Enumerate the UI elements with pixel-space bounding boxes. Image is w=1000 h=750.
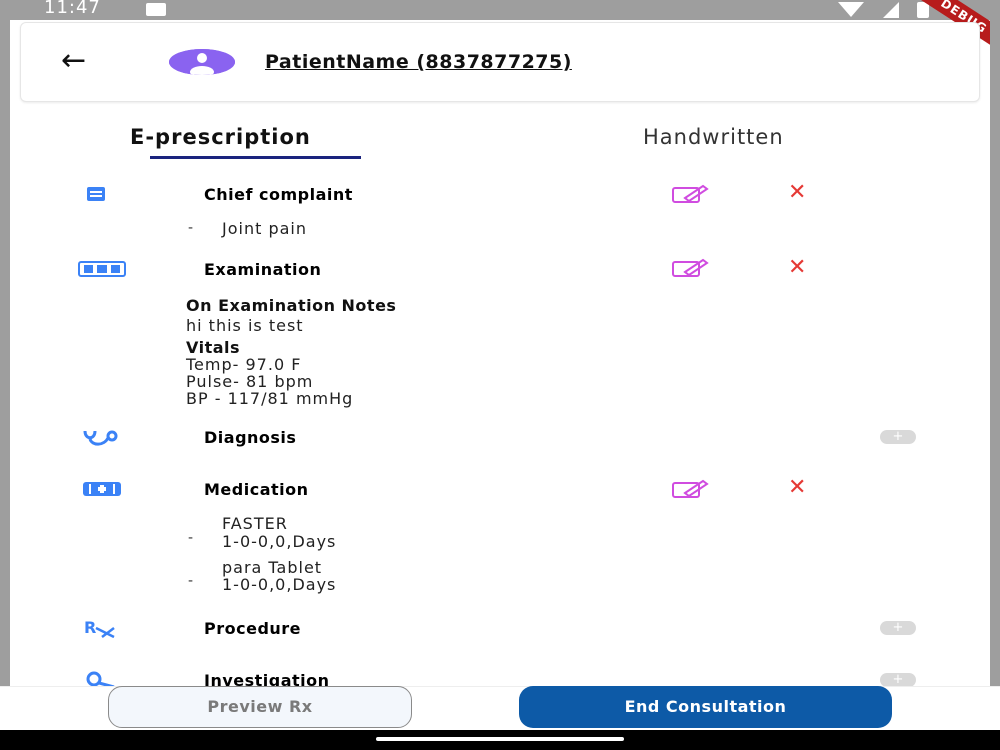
status-bar: 11:47 DEBUG [0,0,1000,68]
patient-name[interactable]: PatientName (8837877275) [265,51,572,73]
medication-dosage: 1-0-0,0,Days [222,575,337,594]
chief-complaint-title: Chief complaint [204,185,353,204]
patient-header: ← PatientName (8837877275) [20,22,980,102]
medication-name: FASTER [222,514,288,533]
medication-title: Medication [204,480,309,499]
delete-chief-complaint-icon[interactable]: ✕ [788,182,806,204]
clipboard-icon [86,186,106,206]
delete-medication-icon[interactable]: ✕ [788,477,806,499]
end-consultation-button[interactable]: End Consultation [519,686,892,728]
add-investigation-plus-icon[interactable]: + [880,673,916,687]
add-diagnosis-plus-icon[interactable]: + [880,430,916,444]
stethoscope-icon [82,428,122,450]
avatar-person-icon [169,49,235,75]
preview-rx-button[interactable]: Preview Rx [108,686,412,728]
edit-chief-complaint-icon[interactable] [671,184,709,206]
delete-examination-icon[interactable]: ✕ [788,257,806,279]
signal-icon [883,2,899,18]
rx-icon: R [84,618,120,642]
svg-text:R: R [84,618,96,637]
medication-dosage: 1-0-0,0,Days [222,532,337,551]
diagnosis-title: Diagnosis [204,428,297,447]
tab-handwritten[interactable]: Handwritten [643,125,784,149]
tab-e-prescription[interactable]: E-prescription [130,125,311,149]
examination-icon [78,260,126,282]
edit-medication-icon[interactable] [671,479,709,501]
examination-title: Examination [204,260,322,279]
add-procedure-plus-icon[interactable]: + [880,621,916,635]
status-time: 11:47 [44,0,101,18]
sd-card-icon [146,3,166,16]
back-arrow-icon[interactable]: ← [61,43,86,79]
procedure-title: Procedure [204,619,302,638]
medical-kit-icon [82,480,122,502]
vitals-bp: BP - 117/81 mmHg [186,389,354,408]
bullet-icon: - [188,220,194,236]
wifi-icon [838,2,864,17]
right-edge [990,20,1000,750]
left-edge [0,20,10,750]
active-tab-indicator [150,156,361,159]
edit-examination-icon[interactable] [671,258,709,280]
bullet-icon: - [188,573,194,589]
examination-notes-heading: On Examination Notes [186,296,397,315]
app-screen: 11:47 DEBUG ← PatientName (8837877275) E… [0,0,1000,750]
examination-notes: hi this is test [186,316,304,335]
home-gesture-handle[interactable] [376,737,624,741]
chief-complaint-item: Joint pain [222,219,307,238]
bullet-icon: - [188,530,194,546]
